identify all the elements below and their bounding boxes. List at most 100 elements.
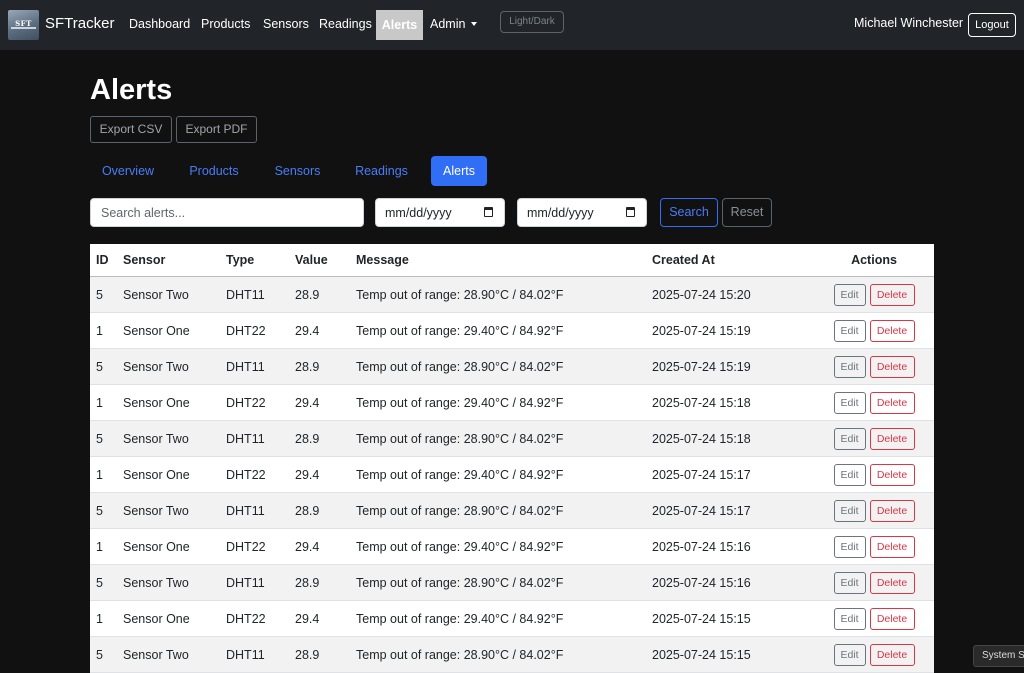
search-button[interactable]: Search — [660, 198, 718, 227]
cell-sensor: Sensor Two — [123, 564, 226, 601]
cell-id: 1 — [90, 312, 123, 349]
brand-logo[interactable]: SFT — [8, 10, 39, 40]
cell-sensor: Sensor One — [123, 456, 226, 493]
calendar-icon[interactable] — [484, 207, 493, 217]
cell-id: 5 — [90, 492, 123, 529]
cell-message: Temp out of range: 29.40°C / 84.92°F — [356, 600, 652, 637]
cell-type: DHT11 — [226, 636, 295, 673]
edit-button[interactable]: Edit — [833, 463, 866, 486]
tab-overview[interactable]: Overview — [90, 156, 166, 186]
table-row: 1 Sensor One DHT22 29.4 Temp out of range: 2… — [90, 528, 934, 565]
cell-value: 29.4 — [295, 456, 356, 493]
edit-button[interactable]: Edit — [833, 607, 866, 630]
cell-type: DHT11 — [226, 348, 295, 385]
tab-readings[interactable]: Readings — [343, 156, 420, 186]
nav-link-readings[interactable]: Readings — [319, 17, 372, 31]
cell-message: Temp out of range: 29.40°C / 84.92°F — [356, 312, 652, 349]
edit-button[interactable]: Edit — [833, 427, 866, 450]
cell-value: 28.9 — [295, 420, 356, 457]
cell-message: Temp out of range: 29.40°C / 84.92°F — [356, 384, 652, 421]
export-pdf-button[interactable]: Export PDF — [176, 116, 257, 143]
edit-button[interactable]: Edit — [833, 499, 866, 522]
alerts-table: ID Sensor Type Value Message Created At … — [90, 244, 934, 673]
cell-value: 28.9 — [295, 564, 356, 601]
nav-link-sensors[interactable]: Sensors — [263, 17, 309, 31]
edit-button[interactable]: Edit — [833, 283, 866, 306]
cell-sensor: Sensor One — [123, 600, 226, 637]
theme-toggle-button[interactable]: Light/Dark — [500, 11, 564, 33]
cell-sensor: Sensor Two — [123, 420, 226, 457]
cell-message: Temp out of range: 28.90°C / 84.02°F — [356, 348, 652, 385]
tab-products[interactable]: Products — [178, 156, 250, 186]
edit-button[interactable]: Edit — [833, 535, 866, 558]
cell-actions: Edit Delete — [814, 384, 934, 421]
delete-button[interactable]: Delete — [869, 571, 915, 594]
cell-type: DHT11 — [226, 420, 295, 457]
nav-link-dashboard[interactable]: Dashboard — [129, 17, 190, 31]
cell-created-at: 2025-07-24 15:16 — [652, 564, 814, 601]
cell-actions: Edit Delete — [814, 312, 934, 349]
delete-button[interactable]: Delete — [869, 319, 915, 342]
edit-button[interactable]: Edit — [833, 571, 866, 594]
cell-sensor: Sensor Two — [123, 276, 226, 313]
cell-created-at: 2025-07-24 15:19 — [652, 312, 814, 349]
cell-value: 28.9 — [295, 492, 356, 529]
cell-message: Temp out of range: 28.90°C / 84.02°F — [356, 420, 652, 457]
cell-actions: Edit Delete — [814, 492, 934, 529]
logout-button[interactable]: Logout — [968, 13, 1016, 37]
cell-created-at: 2025-07-24 15:15 — [652, 600, 814, 637]
cell-type: DHT22 — [226, 312, 295, 349]
nav-dropdown-admin[interactable]: Admin — [430, 17, 478, 31]
table-header-row: ID Sensor Type Value Message Created At … — [90, 244, 934, 277]
column-header-value: Value — [295, 244, 356, 277]
export-csv-button[interactable]: Export CSV — [90, 116, 172, 143]
caret-down-icon — [471, 22, 478, 26]
date-from-text: mm/dd/yyyy — [385, 206, 452, 220]
cell-type: DHT11 — [226, 276, 295, 313]
search-input[interactable] — [90, 198, 364, 227]
reset-button[interactable]: Reset — [722, 198, 772, 227]
brand-name[interactable]: SFTracker — [45, 15, 114, 32]
cell-value: 28.9 — [295, 348, 356, 385]
user-name: Michael Winchester — [854, 16, 964, 30]
calendar-icon[interactable] — [626, 207, 635, 217]
edit-button[interactable]: Edit — [833, 355, 866, 378]
delete-button[interactable]: Delete — [869, 355, 915, 378]
tab-sensors[interactable]: Sensors — [264, 156, 331, 186]
delete-button[interactable]: Delete — [869, 283, 915, 306]
cell-created-at: 2025-07-24 15:15 — [652, 636, 814, 673]
nav-link-alerts[interactable]: Alerts — [376, 10, 423, 40]
cell-sensor: Sensor One — [123, 384, 226, 421]
cell-created-at: 2025-07-24 15:18 — [652, 420, 814, 457]
cell-created-at: 2025-07-24 15:18 — [652, 384, 814, 421]
cell-actions: Edit Delete — [814, 564, 934, 601]
delete-button[interactable]: Delete — [869, 499, 915, 522]
cell-created-at: 2025-07-24 15:19 — [652, 348, 814, 385]
cell-type: DHT22 — [226, 384, 295, 421]
cell-id: 1 — [90, 384, 123, 421]
column-header-actions: Actions — [814, 244, 934, 277]
delete-button[interactable]: Delete — [869, 391, 915, 414]
delete-button[interactable]: Delete — [869, 463, 915, 486]
tab-alerts[interactable]: Alerts — [431, 156, 487, 186]
edit-button[interactable]: Edit — [833, 319, 866, 342]
column-header-sensor: Sensor — [123, 244, 226, 277]
cell-value: 28.9 — [295, 636, 356, 673]
edit-button[interactable]: Edit — [833, 391, 866, 414]
cell-sensor: Sensor Two — [123, 492, 226, 529]
delete-button[interactable]: Delete — [869, 535, 915, 558]
delete-button[interactable]: Delete — [869, 643, 915, 666]
delete-button[interactable]: Delete — [869, 607, 915, 630]
cell-sensor: Sensor Two — [123, 348, 226, 385]
table-row: 1 Sensor One DHT22 29.4 Temp out of range: 2… — [90, 600, 934, 637]
cell-message: Temp out of range: 28.90°C / 84.02°F — [356, 564, 652, 601]
system-settings-tab[interactable]: System S — [973, 645, 1024, 667]
delete-button[interactable]: Delete — [869, 427, 915, 450]
date-from-input[interactable]: mm/dd/yyyy — [375, 198, 505, 227]
admin-label: Admin — [430, 17, 466, 31]
edit-button[interactable]: Edit — [833, 643, 866, 666]
date-to-text: mm/dd/yyyy — [527, 206, 594, 220]
cell-created-at: 2025-07-24 15:17 — [652, 492, 814, 529]
nav-link-products[interactable]: Products — [201, 17, 250, 31]
date-to-input[interactable]: mm/dd/yyyy — [517, 198, 647, 227]
